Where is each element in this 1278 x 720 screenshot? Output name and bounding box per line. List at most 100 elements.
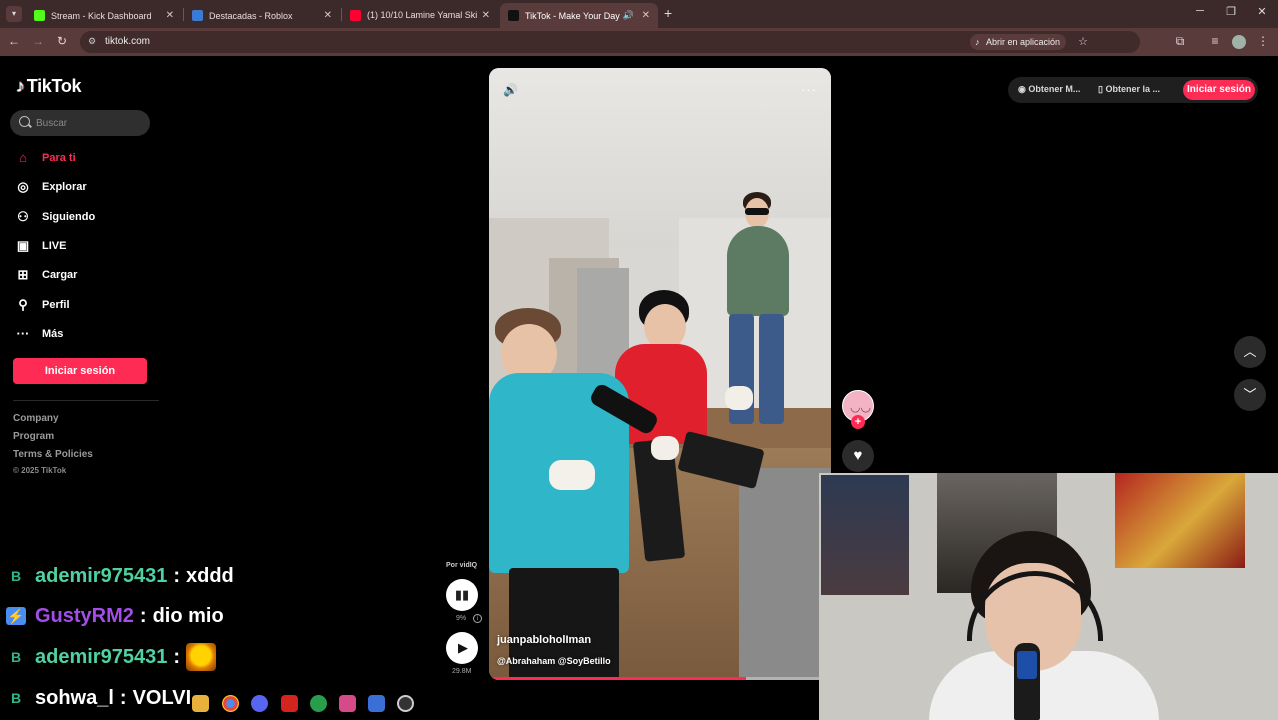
follow-plus-icon[interactable]: + xyxy=(851,415,865,429)
tiktok-note-icon: ♪ xyxy=(16,76,25,96)
sidebar-item-explorar[interactable]: ◎ Explorar xyxy=(14,177,86,197)
tab-search-dropdown[interactable]: ▾ xyxy=(6,6,22,22)
footer-link-program[interactable]: Program xyxy=(13,431,54,442)
copyright-text: © 2025 TikTok xyxy=(13,466,67,475)
info-icon[interactable]: i xyxy=(473,614,482,623)
chat-text: xddd xyxy=(186,564,234,587)
browser-menu-icon[interactable]: ⋮ xyxy=(1255,34,1271,48)
address-toolbar: ← → ↻ ⚙ tiktok.com Abrir en aplicación ☆… xyxy=(0,28,1278,56)
app-blue-icon[interactable] xyxy=(368,695,385,712)
tab-kick-dashboard[interactable]: Stream - Kick Dashboard ✕ xyxy=(26,3,182,28)
tab-close-icon[interactable]: ✕ xyxy=(324,10,332,21)
sidebar-item-mas[interactable]: ··· Más xyxy=(14,324,64,344)
search-input[interactable] xyxy=(36,114,136,132)
window-close-icon[interactable]: ✕ xyxy=(1252,5,1272,18)
forward-icon[interactable]: → xyxy=(30,34,46,48)
vidiq-views: 29.8M xyxy=(452,668,472,675)
tab-title: TikTok - Make Your Day xyxy=(525,10,620,21)
ironman-poster xyxy=(1115,473,1245,568)
site-info-icon[interactable]: ⚙ xyxy=(88,36,100,48)
like-heart-icon[interactable]: ♥ xyxy=(842,440,874,472)
bookmark-star-icon[interactable]: ☆ xyxy=(1078,35,1088,48)
footer-link-terms[interactable]: Terms & Policies xyxy=(13,449,93,460)
media-control-icon[interactable]: ≡ xyxy=(1207,34,1223,48)
url-text: tiktok.com xyxy=(105,36,151,47)
search-box[interactable] xyxy=(10,110,150,136)
restore-icon[interactable]: ❐ xyxy=(1221,5,1241,18)
tab-close-icon[interactable]: ✕ xyxy=(482,10,490,21)
new-tab-button[interactable]: + xyxy=(664,5,672,21)
app-pink-icon[interactable] xyxy=(339,695,356,712)
chat-message: ⚡ GustyRM2 : dio mio xyxy=(6,604,224,627)
sidebar-item-live[interactable]: ▣ LIVE xyxy=(14,236,67,256)
more-options-icon[interactable]: ··· xyxy=(801,82,817,97)
chat-text: VOLVI xyxy=(132,686,192,709)
chat-username: GustyRM2 xyxy=(35,604,134,627)
youtube-favicon-icon xyxy=(350,10,361,21)
reload-icon[interactable]: ↻ xyxy=(54,34,70,48)
previous-video-chevron-up-icon[interactable]: ︿ xyxy=(1234,336,1266,368)
footer-link-company[interactable]: Company xyxy=(13,413,59,424)
sidebar-divider xyxy=(13,400,159,401)
url-bar[interactable]: ⚙ tiktok.com Abrir en aplicación ☆ xyxy=(80,31,1140,53)
subscriber-badge-icon: B xyxy=(10,568,22,584)
open-in-app-button[interactable]: Abrir en aplicación xyxy=(969,34,1066,50)
sidebar-item-label: LIVE xyxy=(42,240,67,252)
webcam-overlay xyxy=(819,473,1278,720)
get-app-link[interactable]: ▯ Obtener la ... xyxy=(1098,84,1160,95)
file-explorer-icon[interactable] xyxy=(192,695,209,712)
vidiq-stats-icon[interactable]: ▮▮ xyxy=(446,579,478,611)
video-player[interactable]: 🔊 ··· juanpabloholIman @Abrahaham @SoyBe… xyxy=(489,68,831,680)
sidebar-item-para-ti[interactable]: ⌂ Para ti xyxy=(14,148,76,168)
sidebar-item-cargar[interactable]: ⊞ Cargar xyxy=(14,265,78,285)
chat-username: ademir975431 xyxy=(35,564,168,587)
sidebar-item-perfil[interactable]: ⚲ Perfil xyxy=(14,295,69,315)
tab-close-icon[interactable]: ✕ xyxy=(642,10,650,21)
tab-title: Stream - Kick Dashboard xyxy=(51,10,152,21)
vidiq-percent: 9% xyxy=(456,615,467,622)
next-video-chevron-down-icon[interactable]: ﹀ xyxy=(1234,379,1266,411)
tab-audio-icon[interactable]: 🔊 xyxy=(623,10,634,21)
video-progress-bar xyxy=(489,677,746,680)
tab-title: Destacadas - Roblox xyxy=(209,10,293,21)
tab-roblox[interactable]: Destacadas - Roblox ✕ xyxy=(184,3,340,28)
tab-close-icon[interactable]: ✕ xyxy=(166,10,174,21)
sidebar-item-siguiendo[interactable]: ⚇ Siguiendo xyxy=(14,207,95,227)
extensions-icon[interactable]: ⧉ xyxy=(1172,34,1188,49)
user-follow-icon: ⚇ xyxy=(17,209,29,224)
sidebar-item-label: Cargar xyxy=(42,269,78,281)
top-login-button[interactable]: Iniciar sesión xyxy=(1183,80,1255,100)
volume-icon[interactable]: 🔊 xyxy=(503,83,518,97)
sidebar-item-label: Siguiendo xyxy=(42,211,96,223)
minimize-icon[interactable]: ─ xyxy=(1190,5,1210,17)
tab-tiktok[interactable]: TikTok - Make Your Day 🔊 ✕ xyxy=(500,3,658,28)
browser-tab-bar: ▾ Stream - Kick Dashboard ✕ Destacadas -… xyxy=(0,0,1278,28)
chat-message: B sohwa_l : VOLVI xyxy=(6,684,191,712)
play-icon[interactable]: ▶ xyxy=(446,632,478,664)
vidiq-label: Por vidIQ xyxy=(446,562,478,569)
chrome-icon[interactable] xyxy=(222,695,239,712)
roblox-favicon-icon xyxy=(192,10,203,21)
home-icon: ⌂ xyxy=(19,150,27,165)
sidebar-item-label: Más xyxy=(42,328,64,340)
sidebar-login-button[interactable]: Iniciar sesión xyxy=(13,358,147,384)
compass-icon: ◎ xyxy=(17,179,29,194)
discord-icon[interactable] xyxy=(251,695,268,712)
live-tv-icon: ▣ xyxy=(16,238,30,253)
obs-icon[interactable] xyxy=(397,695,414,712)
back-icon[interactable]: ← xyxy=(6,34,22,48)
kick-favicon-icon xyxy=(34,10,45,21)
more-icon: ··· xyxy=(16,326,30,341)
chat-text: dio mio xyxy=(152,604,224,627)
video-caption[interactable]: @Abrahaham @SoyBetillo xyxy=(497,656,611,666)
app-red-icon[interactable] xyxy=(281,695,298,712)
subscriber-badge-icon: B xyxy=(10,690,22,706)
video-author[interactable]: juanpabloholIman xyxy=(497,634,591,646)
tab-youtube[interactable]: (1) 10/10 Lamine Yamal Skills 😮 ✕ xyxy=(342,3,498,28)
profile-avatar-icon[interactable] xyxy=(1232,35,1246,49)
xbox-icon[interactable] xyxy=(310,695,327,712)
tiktok-logo[interactable]: ♪ TikTok xyxy=(16,76,82,97)
get-desktop-link[interactable]: ◉ Obtener M... xyxy=(1018,84,1080,95)
tab-title: (1) 10/10 Lamine Yamal Skills 😮 xyxy=(367,10,477,20)
chat-message: B ademir975431 : xyxy=(6,643,216,671)
